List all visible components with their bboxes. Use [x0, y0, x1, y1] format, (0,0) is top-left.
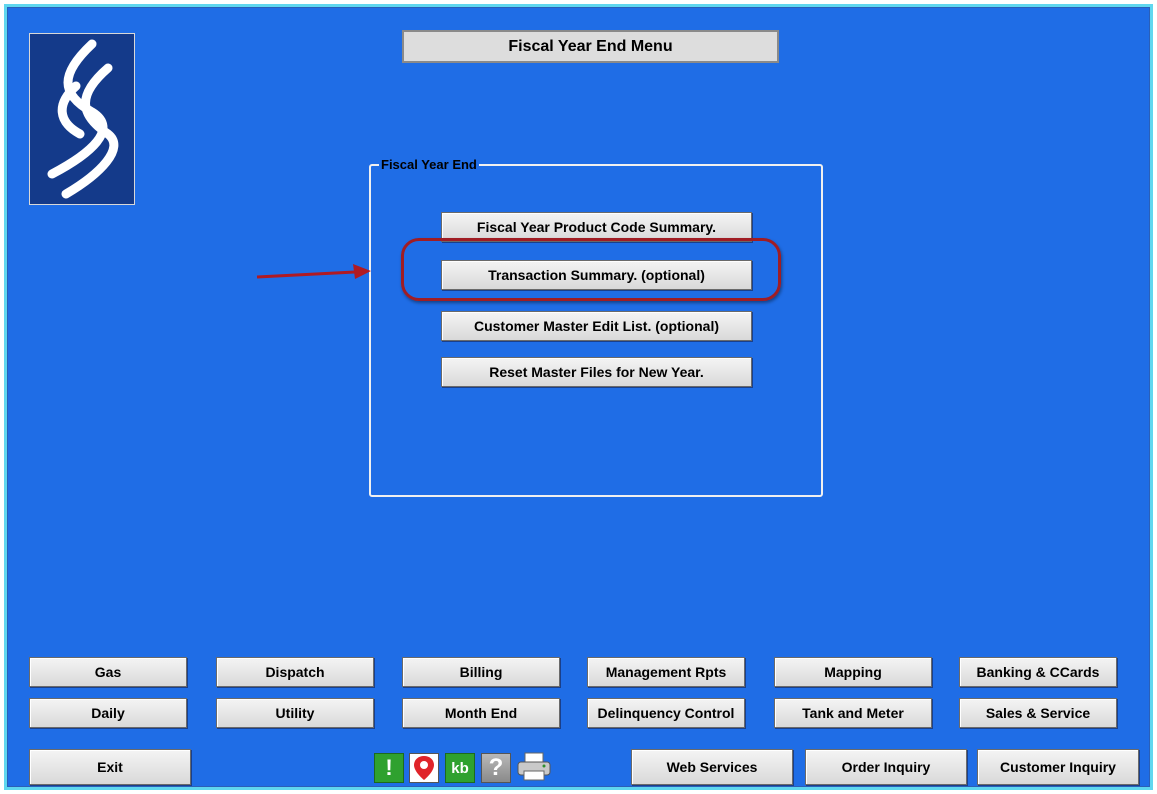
nav-billing-button[interactable]: Billing: [402, 657, 560, 687]
order-inquiry-button[interactable]: Order Inquiry: [805, 749, 967, 785]
printer-icon[interactable]: [516, 751, 552, 783]
nav-tank-and-meter-button[interactable]: Tank and Meter: [774, 698, 932, 728]
nav-mapping-button[interactable]: Mapping: [774, 657, 932, 687]
nav-daily-button[interactable]: Daily: [29, 698, 187, 728]
exit-button[interactable]: Exit: [29, 749, 191, 785]
customer-master-edit-list-button[interactable]: Customer Master Edit List. (optional): [441, 311, 752, 341]
highlight-callout: [401, 238, 781, 301]
reset-master-files-button[interactable]: Reset Master Files for New Year.: [441, 357, 752, 387]
nav-delinquency-control-button[interactable]: Delinquency Control: [587, 698, 745, 728]
group-label: Fiscal Year End: [379, 157, 479, 173]
nav-utility-button[interactable]: Utility: [216, 698, 374, 728]
map-pin-icon[interactable]: [409, 753, 439, 783]
menu-title: Fiscal Year End Menu: [402, 30, 779, 63]
nav-banking-ccards-button[interactable]: Banking & CCards: [959, 657, 1117, 687]
nav-sales-service-button[interactable]: Sales & Service: [959, 698, 1117, 728]
alert-icon[interactable]: !: [374, 753, 404, 783]
customer-inquiry-button[interactable]: Customer Inquiry: [977, 749, 1139, 785]
web-services-button[interactable]: Web Services: [631, 749, 793, 785]
nav-month-end-button[interactable]: Month End: [402, 698, 560, 728]
nav-gas-button[interactable]: Gas: [29, 657, 187, 687]
annotation-arrow-icon: [256, 264, 371, 279]
help-icon[interactable]: ?: [481, 753, 511, 783]
company-logo: [29, 33, 135, 205]
nav-dispatch-button[interactable]: Dispatch: [216, 657, 374, 687]
nav-management-rpts-button[interactable]: Management Rpts: [587, 657, 745, 687]
main-window: Fiscal Year End Menu Fiscal Year End Fis…: [4, 4, 1153, 790]
kb-icon[interactable]: kb: [445, 753, 475, 783]
